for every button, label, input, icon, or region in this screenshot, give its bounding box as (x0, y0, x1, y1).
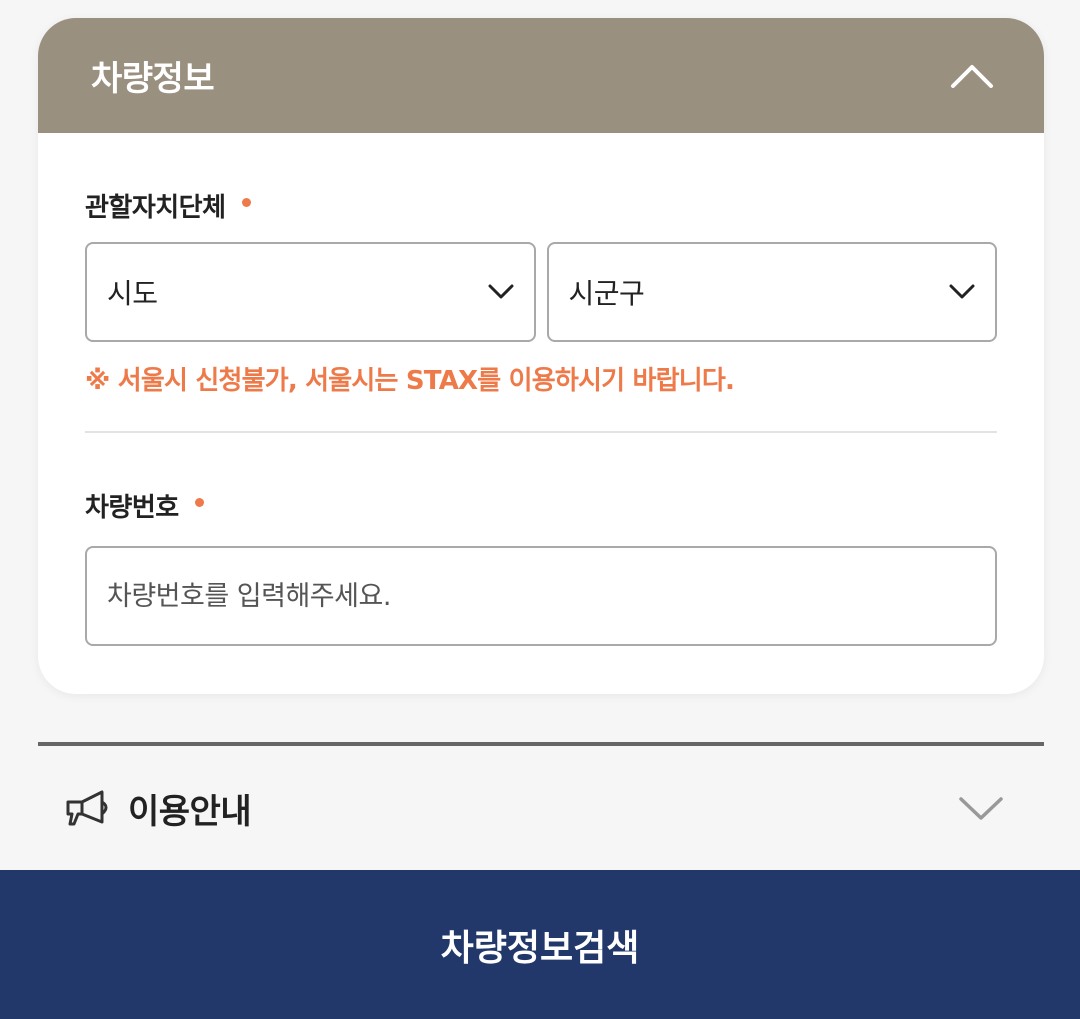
vehicle-info-card: 차량정보 관할자치단체 시도 시군구 ※ 서울시 신청불가, 서울시는 STAX… (38, 18, 1044, 694)
usage-guide-toggle[interactable]: 이용안내 (38, 742, 1044, 870)
divider (85, 431, 997, 433)
card-header[interactable]: 차량정보 (38, 18, 1044, 133)
region-label-text: 관할자치단체 (85, 193, 226, 223)
usage-guide-title-group: 이용안내 (64, 784, 252, 833)
vehicle-search-button[interactable]: 차량정보검색 (0, 870, 1080, 1019)
card-title: 차량정보 (91, 59, 215, 99)
card-body: 관할자치단체 시도 시군구 ※ 서울시 신청불가, 서울시는 STAX를 이용하… (38, 187, 1044, 646)
usage-guide-title: 이용안내 (128, 791, 252, 832)
region-label: 관할자치단체 (85, 187, 997, 224)
vehicle-number-label-text: 차량번호 (85, 493, 179, 523)
required-dot (194, 498, 204, 507)
sigungu-select[interactable]: 시군구 (546, 242, 997, 342)
vehicle-number-label: 차량번호 (85, 487, 997, 524)
chevron-down-icon (959, 797, 1003, 820)
region-select-row: 시도 시군구 (85, 242, 997, 342)
page: 차량정보 관할자치단체 시도 시군구 ※ 서울시 신청불가, 서울시는 STAX… (0, 0, 1080, 1019)
sido-select[interactable]: 시도 (85, 242, 536, 342)
sido-select-value: 시도 (107, 277, 158, 310)
chevron-up-icon[interactable] (948, 52, 996, 100)
chevron-down-icon (949, 284, 975, 299)
sigungu-select-value: 시군구 (568, 277, 645, 310)
required-dot (241, 198, 251, 207)
vehicle-number-input[interactable] (85, 546, 997, 646)
seoul-warning-text: ※ 서울시 신청불가, 서울시는 STAX를 이용하시기 바랍니다. (85, 366, 735, 396)
megaphone-icon (66, 790, 108, 826)
chevron-down-icon (488, 284, 513, 299)
